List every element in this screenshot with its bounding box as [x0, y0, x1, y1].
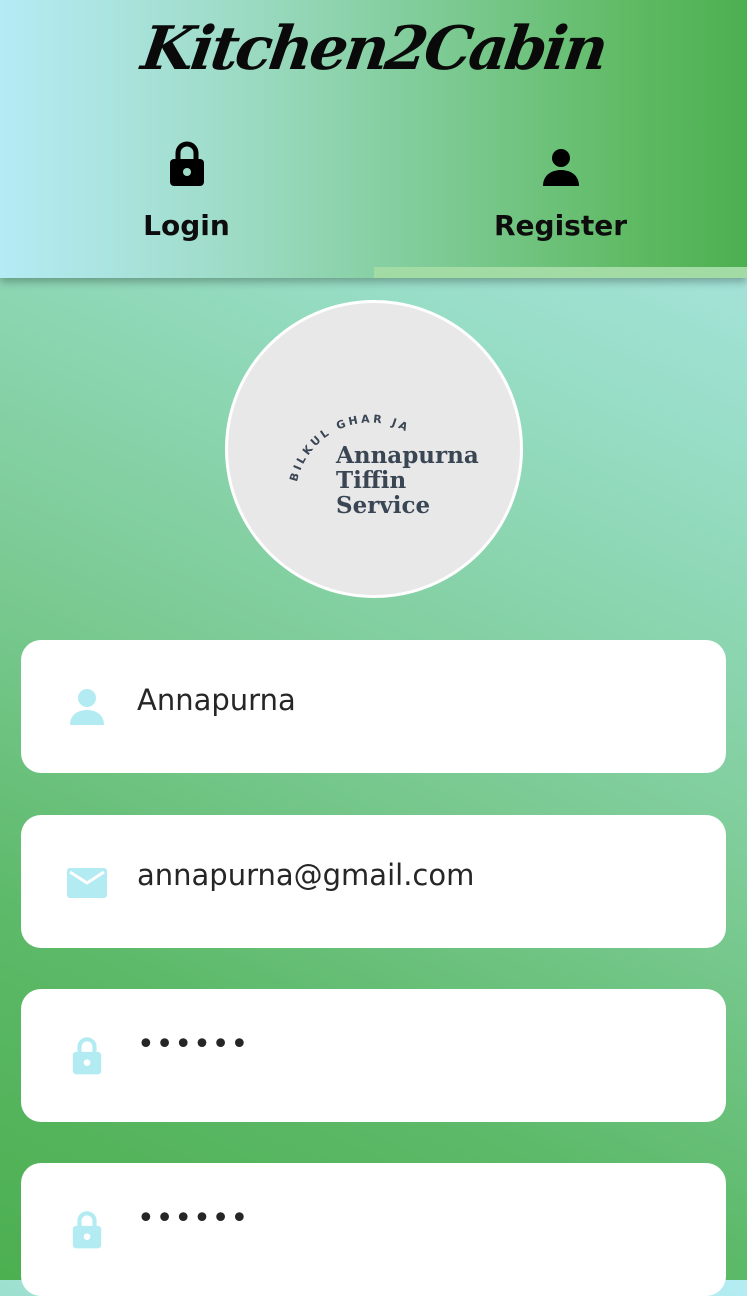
- app-header: Kitchen2Cabin Login Register: [0, 0, 747, 278]
- email-input[interactable]: annapurna@gmail.com: [137, 858, 474, 892]
- name-field[interactable]: Annapurna: [21, 640, 726, 773]
- name-input[interactable]: Annapurna: [137, 683, 296, 717]
- logo-brand-line1: Annapurna: [336, 442, 479, 469]
- app-title: Kitchen2Cabin: [137, 14, 610, 84]
- person-icon: [542, 149, 579, 186]
- tab-register-label: Register: [493, 209, 628, 242]
- brand-logo: BILKUL GHAR JAISA! Annapurna Tiffin Serv…: [225, 300, 523, 598]
- tab-login-label: Login: [143, 209, 230, 242]
- logo-brand-name: Annapurna Tiffin Service: [336, 443, 479, 518]
- lock-icon: [72, 1211, 102, 1249]
- tab-login[interactable]: Login: [0, 135, 373, 265]
- lock-icon: [72, 1037, 102, 1075]
- logo-brand-line3: Service: [336, 492, 431, 519]
- mail-icon: [67, 868, 107, 898]
- selected-tab-indicator: [374, 267, 747, 278]
- email-field[interactable]: annapurna@gmail.com: [21, 815, 726, 948]
- confirm-password-input[interactable]: ••••••: [137, 1201, 249, 1236]
- confirm-password-field[interactable]: ••••••: [21, 1163, 726, 1296]
- password-input[interactable]: ••••••: [137, 1027, 249, 1062]
- logo-brand-line2: Tiffin: [336, 467, 407, 494]
- tab-register[interactable]: Register: [374, 135, 747, 265]
- lock-icon: [169, 141, 204, 186]
- password-field[interactable]: ••••••: [21, 989, 726, 1122]
- person-icon: [70, 689, 104, 725]
